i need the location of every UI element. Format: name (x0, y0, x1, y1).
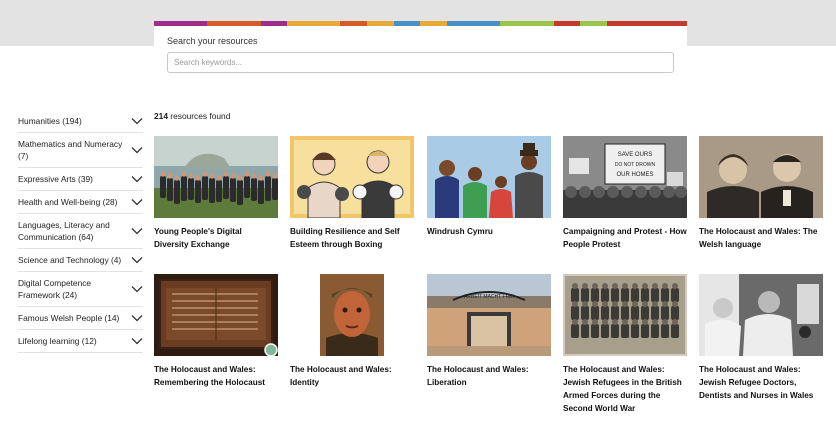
resource-thumbnail[interactable]: ARBEIT MACHT FREI (427, 274, 551, 356)
resource-thumbnail[interactable] (290, 136, 414, 218)
resource-card[interactable]: SAVE OURS DO NOT DROWN OUR HOMES Campaig… (563, 136, 687, 251)
filter-sidebar: Humanities (194) Mathematics and Numeracy… (18, 110, 143, 353)
filter-item[interactable]: Digital Competence Framework (24) (18, 272, 143, 307)
stripe-segment (660, 21, 687, 26)
stripe-segment (207, 21, 234, 26)
search-input[interactable] (167, 52, 674, 73)
filter-label: Health and Well-being (28) (18, 197, 118, 207)
stripe-segment (580, 21, 607, 26)
resource-card[interactable]: The Holocaust and Wales: Jewish Refugees… (563, 274, 687, 415)
resource-card[interactable]: The Holocaust and Wales: Identity (290, 274, 414, 389)
resource-title[interactable]: Windrush Cymru (427, 225, 551, 238)
couple-portrait-image (699, 136, 823, 218)
resource-title[interactable]: Building Resilience and Self Esteem thro… (290, 225, 414, 251)
search-label: Search your resources (167, 36, 258, 46)
svg-text:DO NOT DROWN: DO NOT DROWN (615, 162, 656, 168)
stripe-segment (233, 21, 261, 26)
svg-text:ARBEIT MACHT FREI: ARBEIT MACHT FREI (464, 294, 514, 300)
memorial-board-image (154, 274, 278, 356)
resource-thumbnail[interactable] (154, 274, 278, 356)
resource-thumbnail[interactable]: SAVE OURS DO NOT DROWN OUR HOMES (563, 136, 687, 218)
stripe-segment (340, 21, 368, 26)
stripe-segment (393, 21, 421, 26)
filter-item[interactable]: Health and Well-being (28) (18, 191, 143, 214)
filter-label: Mathematics and Numeracy (7) (18, 139, 123, 161)
filter-label: Digital Competence Framework (24) (18, 278, 92, 300)
stripe-segment (420, 21, 448, 26)
resource-title[interactable]: The Holocaust and Wales: The Welsh langu… (699, 225, 823, 251)
camp-gate-image: ARBEIT MACHT FREI (427, 274, 551, 356)
stripe-segment (633, 21, 661, 26)
chevron-down-icon[interactable] (131, 227, 143, 235)
resource-title[interactable]: The Holocaust and Wales: Liberation (427, 363, 551, 389)
filter-item[interactable]: Lifelong learning (12) (18, 330, 143, 353)
chevron-down-icon[interactable] (131, 314, 143, 322)
chevron-down-icon[interactable] (131, 146, 143, 154)
resource-title[interactable]: Campaigning and Protest - How People Pro… (563, 225, 687, 251)
chevron-down-icon[interactable] (131, 198, 143, 206)
resource-card[interactable]: ARBEIT MACHT FREI The Holocaust and Wale… (427, 274, 551, 389)
resource-card[interactable]: Young People's Digital Diversity Exchang… (154, 136, 278, 251)
chevron-down-icon[interactable] (131, 337, 143, 345)
search-panel: Search your resources (154, 21, 687, 79)
group-photo-image (154, 136, 278, 218)
stripe-segment (500, 21, 527, 26)
chevron-down-icon[interactable] (131, 256, 143, 264)
resource-card[interactable]: The Holocaust and Wales: The Welsh langu… (699, 136, 823, 251)
resource-title[interactable]: The Holocaust and Wales: Jewish Refugee … (699, 363, 823, 402)
stripe-segment (447, 21, 474, 26)
stripe-segment (287, 21, 314, 26)
stripe-segment (367, 21, 394, 26)
doctor-photo-image (699, 274, 823, 356)
filter-item[interactable]: Expressive Arts (39) (18, 168, 143, 191)
resource-title[interactable]: The Holocaust and Wales: Jewish Refugees… (563, 363, 687, 415)
filter-item[interactable]: Humanities (194) (18, 110, 143, 133)
chevron-down-icon[interactable] (131, 175, 143, 183)
filter-item[interactable]: Science and Technology (4) (18, 249, 143, 272)
resource-card[interactable]: The Holocaust and Wales: Remembering the… (154, 274, 278, 389)
filter-label: Famous Welsh People (14) (18, 313, 120, 323)
chevron-down-icon[interactable] (131, 285, 143, 293)
boxing-illustration-image (290, 136, 414, 218)
protest-photo-image: SAVE OURS DO NOT DROWN OUR HOMES (563, 136, 687, 218)
results-suffix: resources found (167, 111, 231, 121)
chevron-down-icon[interactable] (131, 117, 143, 125)
stripe-segment (260, 21, 288, 26)
resource-thumbnail[interactable] (154, 136, 278, 218)
stripe-segment (606, 21, 634, 26)
filter-label: Humanities (194) (18, 116, 82, 126)
stripe-segment (553, 21, 581, 26)
family-illustration-image (427, 136, 551, 218)
filter-label: Languages, Literacy and Communication (6… (18, 220, 110, 242)
resource-thumbnail[interactable] (699, 136, 823, 218)
stripe-segment (526, 21, 554, 26)
resource-title[interactable]: Young People's Digital Diversity Exchang… (154, 225, 278, 251)
color-stripe (154, 21, 687, 26)
svg-text:SAVE OURS: SAVE OURS (618, 152, 653, 158)
stripe-segment (154, 21, 181, 26)
resource-card[interactable]: The Holocaust and Wales: Jewish Refugee … (699, 274, 823, 402)
filter-item[interactable]: Famous Welsh People (14) (18, 307, 143, 330)
filter-item[interactable]: Mathematics and Numeracy (7) (18, 133, 143, 168)
resource-card[interactable]: Building Resilience and Self Esteem thro… (290, 136, 414, 251)
resource-card[interactable]: Windrush Cymru (427, 136, 551, 238)
resource-thumbnail[interactable] (699, 274, 823, 356)
resource-title[interactable]: The Holocaust and Wales: Identity (290, 363, 414, 389)
filter-label: Science and Technology (4) (18, 255, 122, 265)
portrait-painting-image (290, 274, 414, 356)
resource-title[interactable]: The Holocaust and Wales: Remembering the… (154, 363, 278, 389)
stripe-segment (180, 21, 208, 26)
stripe-segment (313, 21, 341, 26)
stripe-segment (473, 21, 501, 26)
soldiers-group-image (563, 274, 687, 356)
filter-item[interactable]: Languages, Literacy and Communication (6… (18, 214, 143, 249)
resource-thumbnail[interactable] (563, 274, 687, 356)
resource-thumbnail[interactable] (290, 274, 414, 356)
results-count: 214 resources found (154, 111, 230, 121)
results-number: 214 (154, 111, 168, 121)
filter-label: Expressive Arts (39) (18, 174, 93, 184)
svg-text:OUR HOMES: OUR HOMES (616, 172, 653, 178)
filter-label: Lifelong learning (12) (18, 336, 97, 346)
resource-thumbnail[interactable] (427, 136, 551, 218)
